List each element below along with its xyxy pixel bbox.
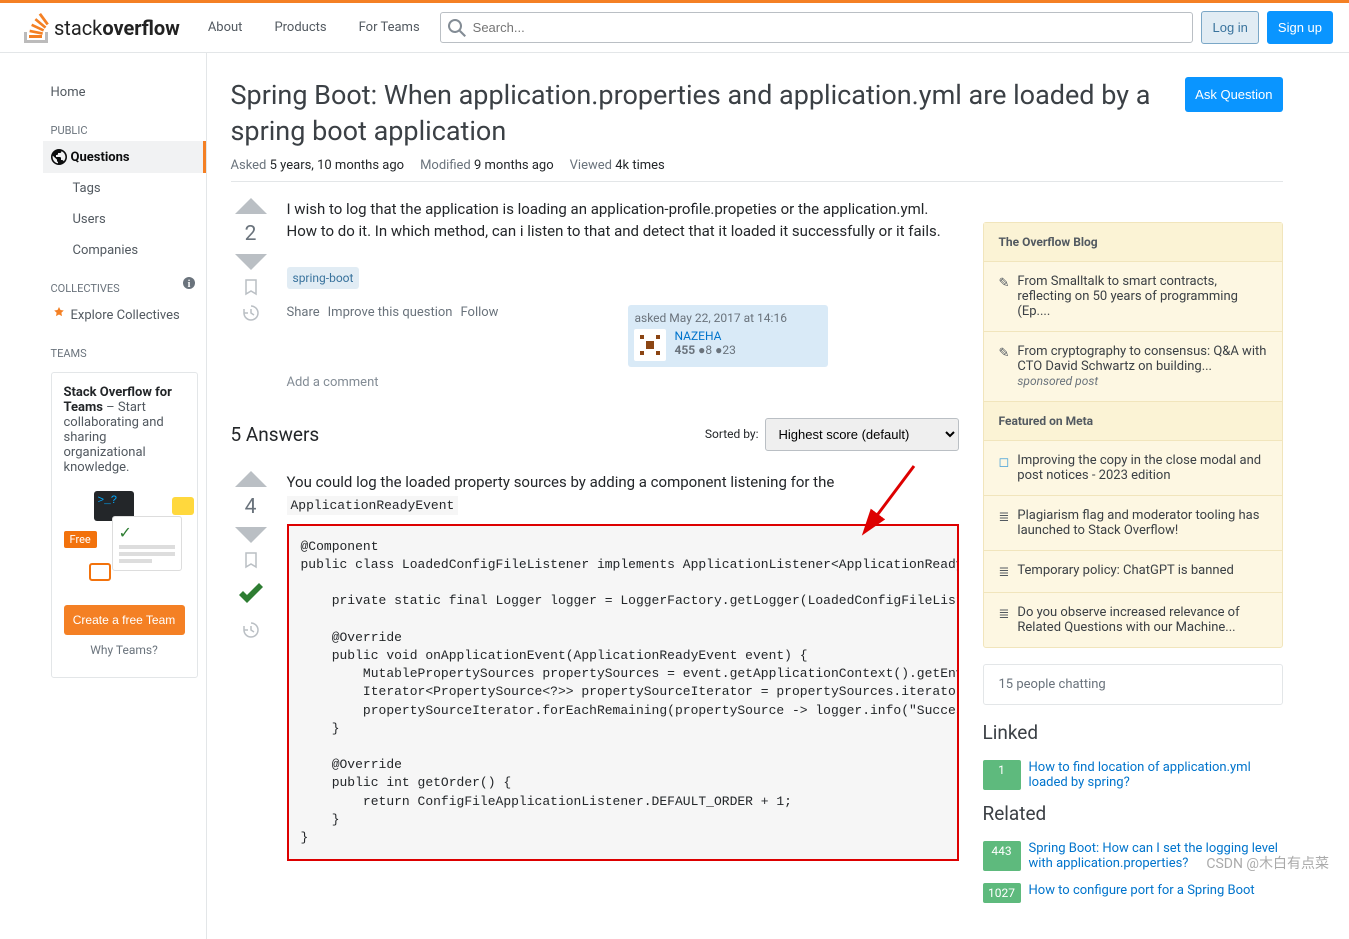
teams-promo-image: >_? Free ✓: [64, 491, 194, 581]
main-content: Spring Boot: When application.properties…: [207, 53, 1307, 939]
downvote-button[interactable]: [235, 254, 267, 270]
create-team-button[interactable]: Create a free Team: [64, 605, 185, 635]
sidebar-companies[interactable]: Companies: [43, 235, 206, 266]
sidebar-questions-label: Questions: [71, 150, 130, 165]
downvote-button[interactable]: [235, 527, 267, 543]
meta-link[interactable]: Temporary policy: ChatGPT is banned: [1017, 563, 1233, 580]
pencil-icon: ✎: [999, 276, 1010, 319]
nav-products[interactable]: Products: [262, 14, 338, 41]
sidebar-explore-label: Explore Collectives: [71, 308, 180, 323]
meta-stack-icon: ≣: [999, 510, 1010, 538]
user-card: asked May 22, 2017 at 14:16 NAZEHA 455 ●…: [628, 305, 828, 367]
ask-question-button[interactable]: Ask Question: [1185, 77, 1282, 112]
nav-about[interactable]: About: [196, 14, 255, 41]
related-title[interactable]: Spring Boot: How can I set the logging l…: [1029, 841, 1283, 871]
asked-time: asked May 22, 2017 at 14:16: [634, 311, 822, 325]
related-item[interactable]: 1027 How to configure port for a Spring B…: [983, 883, 1283, 903]
user-name-link[interactable]: NAZEHA: [674, 329, 735, 343]
related-title[interactable]: How to configure port for a Spring Boot: [1029, 883, 1255, 903]
accepted-check-icon: [233, 577, 269, 613]
avatar[interactable]: [634, 329, 666, 361]
linked-header: Linked: [983, 721, 1283, 744]
signup-button[interactable]: Sign up: [1267, 11, 1333, 44]
tag-spring-boot[interactable]: spring-boot: [287, 267, 360, 289]
question-meta: Asked 5 years, 10 months ago Modified 9 …: [231, 158, 1283, 182]
vote-count: 2: [245, 222, 257, 246]
logo[interactable]: stackoverflow: [16, 3, 188, 52]
history-icon[interactable]: [242, 304, 260, 322]
answer-body: You could log the loaded property source…: [287, 471, 959, 516]
history-icon[interactable]: [242, 621, 260, 639]
bookmark-icon[interactable]: [242, 551, 260, 569]
share-link[interactable]: Share: [287, 305, 320, 367]
right-sidebar: The Overflow Blog ✎From Smalltalk to sma…: [983, 222, 1283, 915]
answer-post: 4 You could log the loaded property sour…: [231, 471, 959, 861]
info-icon[interactable]: i: [182, 276, 196, 290]
meta-speech-icon: ◻: [999, 455, 1010, 483]
sidebar-teams-heading: TEAMS: [43, 331, 206, 364]
upvote-button[interactable]: [235, 471, 267, 487]
upvote-button[interactable]: [235, 198, 267, 214]
user-stats: 455 ●8 ●23: [674, 343, 735, 357]
blog-link[interactable]: From cryptography to consensus: Q&A with…: [1017, 344, 1266, 374]
code-block: @Component public class LoadedConfigFile…: [287, 524, 959, 861]
blog-header: The Overflow Blog: [984, 223, 1282, 262]
meta-link[interactable]: Plagiarism flag and moderator tooling ha…: [1017, 508, 1266, 538]
sidebar-explore-collectives[interactable]: Explore Collectives: [43, 299, 206, 331]
related-item[interactable]: 443 Spring Boot: How can I set the loggin…: [983, 841, 1283, 871]
sidebar-collectives-heading: COLLECTIVES: [43, 266, 120, 299]
related-score: 1027: [983, 883, 1021, 903]
search-icon: [448, 19, 466, 37]
sidebar-home[interactable]: Home: [43, 77, 206, 108]
meta-stack-icon: ≣: [999, 607, 1010, 635]
globe-icon: [51, 149, 67, 165]
question-post: 2 I wish to log that the application is …: [231, 198, 959, 398]
linked-title[interactable]: How to find location of application.yml …: [1029, 760, 1283, 790]
blog-link[interactable]: From Smalltalk to smart contracts, refle…: [1017, 274, 1266, 319]
search-input[interactable]: [440, 12, 1194, 43]
bookmark-icon[interactable]: [242, 278, 260, 296]
add-comment-link[interactable]: Add a comment: [287, 367, 959, 398]
sidebar-tags[interactable]: Tags: [43, 173, 206, 204]
overflow-blog-box: The Overflow Blog ✎From Smalltalk to sma…: [983, 222, 1283, 648]
post-actions: Share Improve this question Follow: [287, 305, 499, 367]
svg-text:i: i: [187, 279, 190, 290]
chat-box[interactable]: 15 people chatting: [983, 664, 1283, 705]
related-header: Related: [983, 802, 1283, 825]
meta-stack-icon: ≣: [999, 565, 1010, 580]
login-button[interactable]: Log in: [1201, 11, 1258, 44]
meta-header: Featured on Meta: [984, 402, 1282, 441]
teams-promo-box: Stack Overflow for Teams – Start collabo…: [51, 372, 198, 678]
nav-teams[interactable]: For Teams: [347, 14, 432, 41]
sponsored-label: sponsored post: [1017, 374, 1098, 388]
pencil-icon: ✎: [999, 346, 1010, 389]
follow-link[interactable]: Follow: [460, 305, 498, 367]
related-score: 443: [983, 841, 1021, 871]
linked-score: 1: [983, 760, 1021, 790]
meta-link[interactable]: Improving the copy in the close modal an…: [1017, 453, 1266, 483]
question-body: I wish to log that the application is lo…: [287, 198, 959, 243]
vote-count: 4: [245, 495, 257, 519]
improve-link[interactable]: Improve this question: [328, 305, 453, 367]
left-sidebar: Home PUBLIC Questions Tags Users Compani…: [43, 53, 207, 939]
header: stackoverflow About Products For Teams L…: [0, 3, 1349, 53]
meta-link[interactable]: Do you observe increased relevance of Re…: [1017, 605, 1266, 635]
linked-item[interactable]: 1 How to find location of application.yml…: [983, 760, 1283, 790]
question-title: Spring Boot: When application.properties…: [231, 77, 1170, 150]
why-teams-link[interactable]: Why Teams?: [64, 635, 185, 665]
stackoverflow-icon: [24, 13, 49, 43]
sort-select[interactable]: Highest score (default): [765, 418, 959, 451]
sidebar-public-heading: PUBLIC: [43, 108, 206, 141]
sidebar-questions[interactable]: Questions: [43, 141, 206, 173]
sidebar-users[interactable]: Users: [43, 204, 206, 235]
sorted-by-label: Sorted by:: [705, 427, 759, 441]
answers-count: 5 Answers: [231, 423, 320, 446]
star-burst-icon: [51, 307, 67, 323]
